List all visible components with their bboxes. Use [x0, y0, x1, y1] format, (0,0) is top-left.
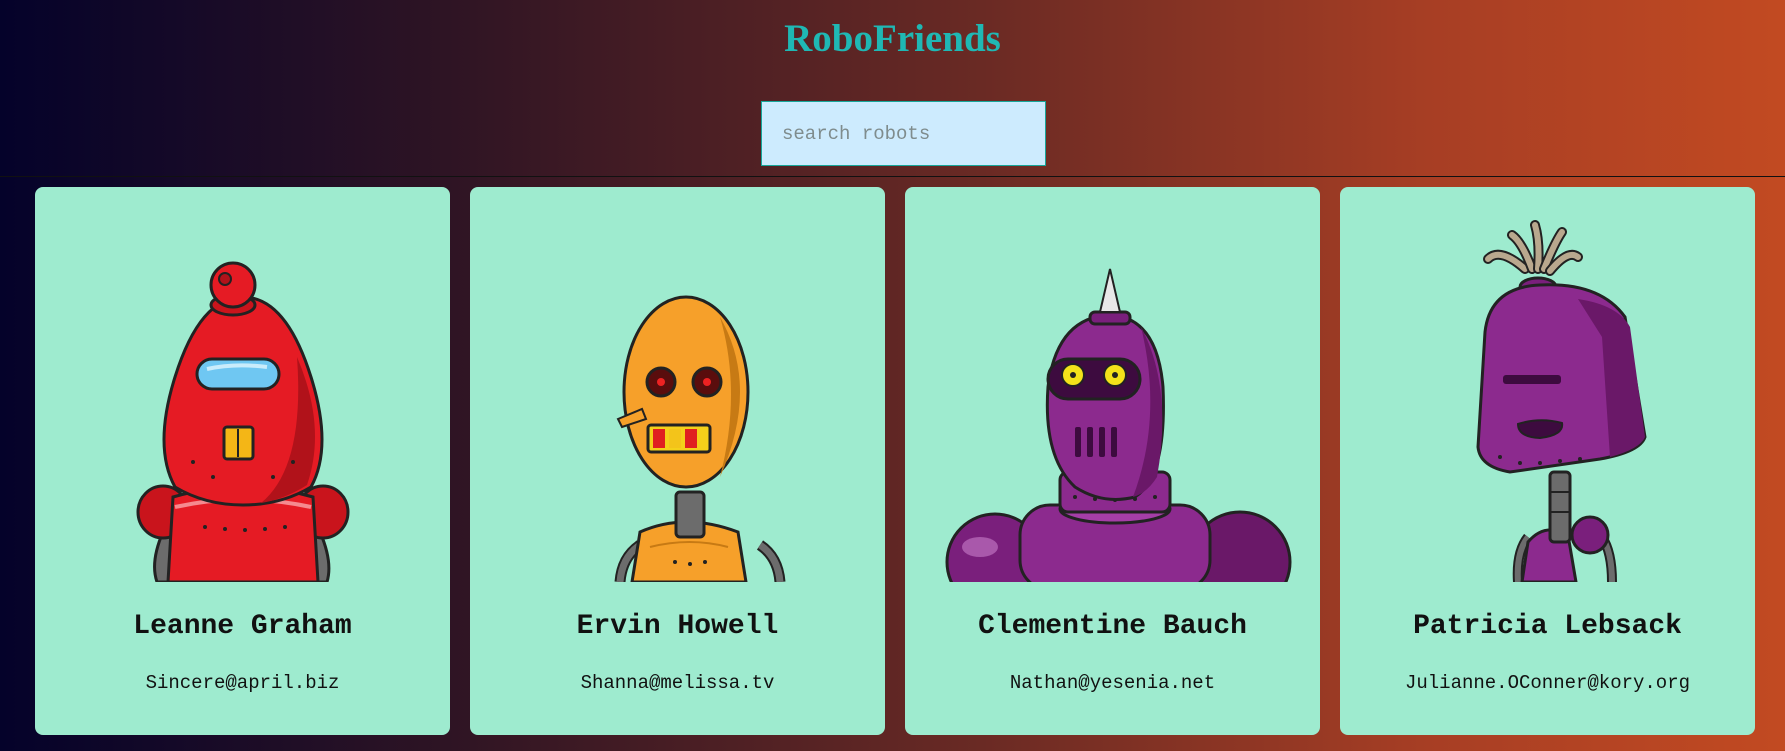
robot-avatar-image [945, 268, 1292, 582]
robot-avatar-image [1476, 220, 1647, 582]
robot-name: Patricia Lebsack [1413, 611, 1682, 642]
robot-email: Julianne.OConner@kory.org [1404, 672, 1691, 694]
page-header: RoboFriends [0, 0, 1785, 177]
robot-name: Ervin Howell [576, 611, 779, 642]
robot-card[interactable]: Leanne Graham Sincere@april.biz [35, 187, 450, 735]
search-input[interactable] [761, 101, 1046, 166]
robot-card[interactable]: Ervin Howell Shanna@melissa.tv [470, 187, 885, 735]
robot-card[interactable]: Clementine Bauch Nathan@yesenia.net [905, 187, 1320, 735]
robot-email: Nathan@yesenia.net [1009, 672, 1216, 694]
robot-card-list: Leanne Graham Sincere@april.biz Ervin Ho… [35, 187, 1755, 735]
robot-card[interactable]: Patricia Lebsack Julianne.OConner@kory.o… [1340, 187, 1755, 735]
robot-name: Leanne Graham [133, 611, 352, 642]
robot-avatar-image [614, 295, 786, 582]
robot-email: Sincere@april.biz [145, 672, 340, 694]
robot-avatar-image [136, 261, 350, 582]
robot-name: Clementine Bauch [978, 611, 1247, 642]
page-title: RoboFriends [784, 17, 1001, 60]
robot-email: Shanna@melissa.tv [580, 672, 775, 694]
